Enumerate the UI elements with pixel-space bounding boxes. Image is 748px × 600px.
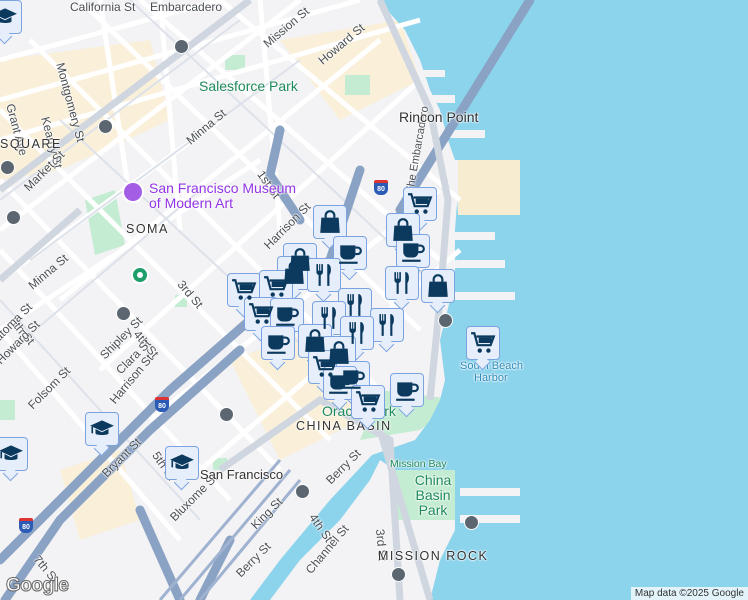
map-canvas[interactable] (0, 0, 748, 600)
cart-icon[interactable] (259, 270, 293, 304)
poi-label[interactable]: of Modern Art (149, 196, 233, 211)
street-label: Embarcadero (150, 0, 223, 14)
fork-knife-icon[interactable] (307, 258, 341, 292)
cup-icon[interactable] (390, 373, 424, 407)
area-label: CHINA BASIN (296, 419, 392, 433)
park-pin-icon[interactable] (131, 266, 149, 284)
graduation-cap-icon[interactable] (165, 446, 199, 480)
station-label[interactable]: San Francisco (200, 467, 283, 482)
ferry-icon[interactable] (438, 313, 453, 328)
cart-icon[interactable] (403, 187, 437, 221)
place-label: Harbor (474, 372, 508, 384)
cart-icon[interactable] (466, 326, 500, 360)
highway-shield-icon: 80 (155, 397, 169, 412)
area-label: SQUARE (0, 137, 62, 151)
google-logo: Google (5, 575, 69, 597)
cup-icon[interactable] (323, 366, 357, 400)
transit-icon[interactable] (0, 160, 15, 175)
transit-icon[interactable] (98, 119, 113, 134)
area-label: SOMA (126, 222, 169, 236)
place-label: Rincon Point (399, 109, 479, 125)
bag-icon[interactable] (313, 205, 347, 239)
transit-icon[interactable] (6, 210, 21, 225)
fork-knife-icon[interactable] (338, 288, 372, 322)
transit-icon[interactable] (391, 567, 406, 582)
map-attribution[interactable]: Map data ©2025 Google (630, 587, 748, 600)
graduation-cap-icon[interactable] (85, 412, 119, 446)
graduation-cap-icon[interactable] (0, 0, 22, 34)
park-label[interactable]: China Basin Park (403, 473, 463, 518)
park-label[interactable]: Salesforce Park (199, 78, 298, 94)
park-label[interactable]: Mission Bay (390, 458, 447, 470)
poi-label[interactable]: San Francisco Museum (149, 181, 296, 196)
graduation-cap-icon[interactable] (0, 437, 28, 471)
cup-icon[interactable] (396, 234, 430, 268)
highway-shield-icon: 80 (19, 518, 33, 533)
place-label: South Beach (460, 360, 523, 372)
street-label: California St (70, 0, 136, 14)
transit-icon[interactable] (295, 484, 310, 499)
cart-icon[interactable] (244, 297, 278, 331)
cup-icon[interactable] (333, 236, 367, 270)
transit-icon[interactable] (174, 39, 189, 54)
highway-shield-icon: 80 (374, 180, 388, 195)
transit-icon[interactable] (219, 407, 234, 422)
area-label: MISSION ROCK (378, 549, 489, 563)
bag-icon[interactable] (421, 269, 455, 303)
cup-icon[interactable] (261, 326, 295, 360)
fork-knife-icon[interactable] (385, 266, 419, 300)
cup-icon[interactable] (270, 298, 304, 332)
fork-knife-icon[interactable] (370, 308, 404, 342)
cart-icon[interactable] (351, 385, 385, 419)
transit-icon[interactable] (116, 306, 131, 321)
ferry-icon[interactable] (464, 515, 479, 530)
museum-icon[interactable] (122, 181, 144, 203)
